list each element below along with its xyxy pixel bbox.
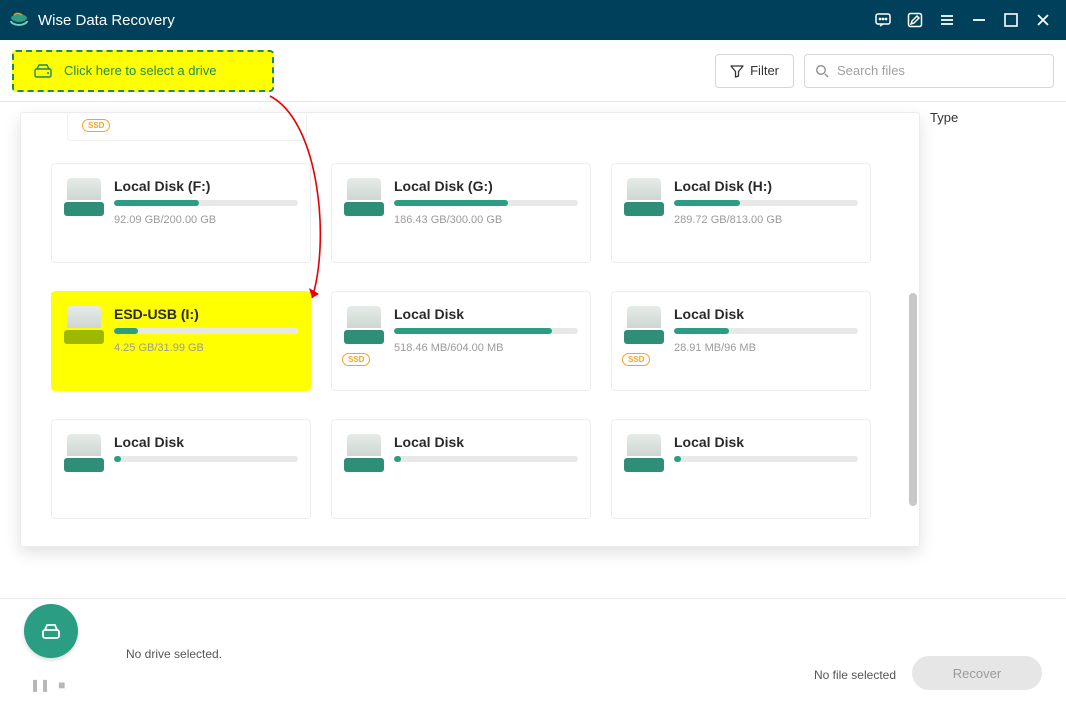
- drive-card[interactable]: Local Disk: [51, 419, 311, 519]
- ssd-badge: SSD: [82, 119, 110, 132]
- hdd-drive-icon: [624, 434, 664, 476]
- toolbar: Click here to select a drive Filter: [0, 40, 1066, 102]
- scrollbar[interactable]: [909, 293, 917, 506]
- close-button[interactable]: [1028, 5, 1058, 35]
- drive-name: Local Disk (G:): [394, 178, 578, 194]
- drive-size: 92.09 GB/200.00 GB: [114, 214, 298, 226]
- drive-name: Local Disk: [394, 434, 578, 450]
- drive-outline-icon: [38, 618, 64, 644]
- drive-size: 289.72 GB/813.00 GB: [674, 214, 858, 226]
- edit-icon[interactable]: [900, 5, 930, 35]
- ssd-badge: SSD: [622, 353, 650, 366]
- drive-size: 28.91 MB/96 MB: [674, 342, 858, 354]
- usage-bar: [394, 200, 578, 206]
- drive-card[interactable]: SSD Local Disk 28.91 MB/96 MB: [611, 291, 871, 391]
- ssd-drive-icon: SSD: [344, 306, 384, 348]
- usage-bar: [674, 200, 858, 206]
- drive-name: Local Disk (F:): [114, 178, 298, 194]
- drive-card[interactable]: ESD-USB (I:) 4.25 GB/31.99 GB: [51, 291, 311, 391]
- filter-button[interactable]: Filter: [715, 54, 794, 88]
- filter-label: Filter: [750, 63, 779, 78]
- no-drive-label: No drive selected.: [126, 647, 222, 661]
- drive-size: 518.46 MB/604.00 MB: [394, 342, 578, 354]
- minimize-button[interactable]: [964, 5, 994, 35]
- ssd-drive-icon: SSD: [624, 306, 664, 348]
- drive-card[interactable]: Local Disk (H:) 289.72 GB/813.00 GB: [611, 163, 871, 263]
- maximize-button[interactable]: [996, 5, 1026, 35]
- usage-bar: [674, 456, 858, 462]
- usage-bar: [114, 456, 298, 462]
- selected-drive-button[interactable]: [24, 604, 78, 658]
- recover-button[interactable]: Recover: [912, 656, 1042, 690]
- search-field[interactable]: [835, 62, 1043, 79]
- search-icon: [815, 64, 829, 78]
- drive-card[interactable]: Local Disk: [611, 419, 871, 519]
- search-input[interactable]: [804, 54, 1054, 88]
- media-controls: ❚❚ ■: [30, 678, 65, 692]
- usage-bar: [114, 328, 298, 334]
- no-file-label: No file selected: [814, 668, 896, 682]
- usage-bar: [394, 328, 578, 334]
- usage-bar: [114, 200, 298, 206]
- app-title: Wise Data Recovery: [38, 12, 175, 29]
- drive-card[interactable]: Local Disk (F:) 92.09 GB/200.00 GB: [51, 163, 311, 263]
- hdd-drive-icon: [64, 178, 104, 220]
- app-logo-icon: [8, 9, 30, 31]
- drive-card[interactable]: Local Disk: [331, 419, 591, 519]
- select-drive-label: Click here to select a drive: [64, 63, 216, 78]
- drive-name: Local Disk: [674, 306, 858, 322]
- drive-card[interactable]: SSD Local Disk 518.46 MB/604.00 MB: [331, 291, 591, 391]
- drive-name: ESD-USB (I:): [114, 306, 298, 322]
- column-header-type: Type: [930, 110, 1050, 125]
- usage-bar: [394, 456, 578, 462]
- footer: No drive selected. No file selected Reco…: [0, 598, 1066, 706]
- hdd-drive-icon: [344, 434, 384, 476]
- hdd-drive-icon: [344, 178, 384, 220]
- titlebar: Wise Data Recovery: [0, 0, 1066, 40]
- feedback-icon[interactable]: [868, 5, 898, 35]
- recover-label: Recover: [953, 666, 1001, 681]
- drive-name: Local Disk: [394, 306, 578, 322]
- menu-icon[interactable]: [932, 5, 962, 35]
- ssd-badge: SSD: [342, 353, 370, 366]
- hdd-drive-icon: [64, 434, 104, 476]
- stop-icon[interactable]: ■: [58, 678, 65, 692]
- drive-name: Local Disk: [114, 434, 298, 450]
- usage-bar: [674, 328, 858, 334]
- drive-size: 186.43 GB/300.00 GB: [394, 214, 578, 226]
- pause-icon[interactable]: ❚❚: [30, 678, 50, 692]
- hdd-drive-icon: [624, 178, 664, 220]
- drive-icon: [32, 62, 54, 80]
- filter-icon: [730, 64, 744, 78]
- drive-size: 4.25 GB/31.99 GB: [114, 342, 298, 354]
- select-drive-button[interactable]: Click here to select a drive: [12, 50, 274, 92]
- drive-card[interactable]: Local Disk (G:) 186.43 GB/300.00 GB: [331, 163, 591, 263]
- drive-name: Local Disk: [674, 434, 858, 450]
- usb-drive-icon: [64, 306, 104, 348]
- drive-name: Local Disk (H:): [674, 178, 858, 194]
- drive-selector-panel: Local Disk (F:)92.09 GB/200.00 GBLocal D…: [20, 112, 920, 547]
